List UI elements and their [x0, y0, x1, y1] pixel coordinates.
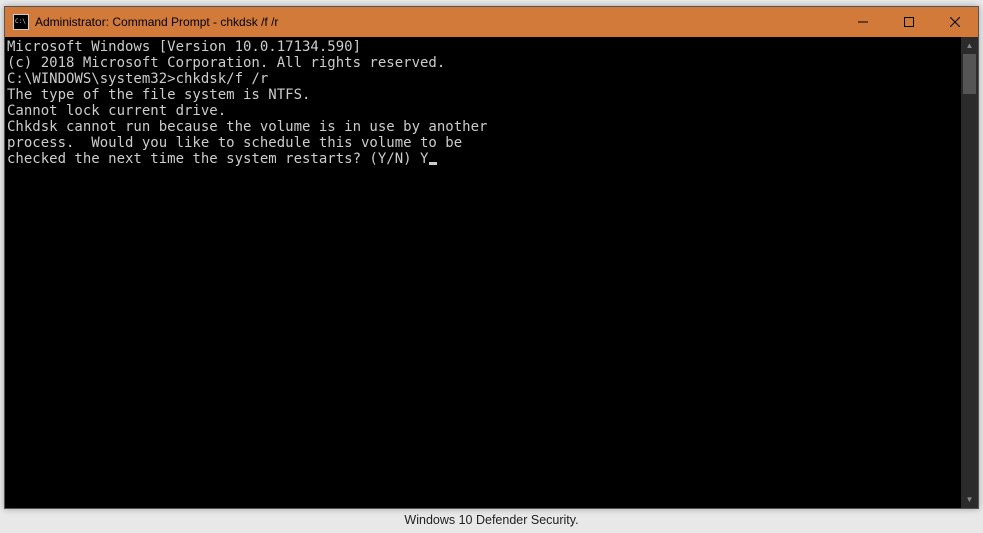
vertical-scrollbar[interactable]: ▲ ▼ — [961, 37, 978, 508]
console-line: process. Would you like to schedule this… — [7, 135, 961, 151]
scroll-thumb[interactable] — [963, 54, 976, 94]
console-line: The type of the file system is NTFS. — [7, 87, 961, 103]
console-area: Microsoft Windows [Version 10.0.17134.59… — [5, 37, 978, 508]
console-output[interactable]: Microsoft Windows [Version 10.0.17134.59… — [5, 37, 961, 508]
cmd-icon: C:\ — [13, 14, 29, 30]
console-line: Cannot lock current drive. — [7, 103, 961, 119]
console-line: C:\WINDOWS\system32>chkdsk/f /r — [7, 71, 961, 87]
scroll-track[interactable] — [961, 54, 978, 491]
scroll-down-arrow[interactable]: ▼ — [961, 491, 978, 508]
background-caption: Windows 10 Defender Security. — [0, 513, 983, 527]
window-title: Administrator: Command Prompt - chkdsk /… — [35, 15, 278, 29]
titlebar[interactable]: C:\ Administrator: Command Prompt - chkd… — [5, 7, 978, 37]
minimize-button[interactable] — [840, 7, 886, 37]
console-line: (c) 2018 Microsoft Corporation. All righ… — [7, 55, 961, 71]
maximize-button[interactable] — [886, 7, 932, 37]
console-line: checked the next time the system restart… — [7, 151, 961, 167]
console-line: Microsoft Windows [Version 10.0.17134.59… — [7, 39, 961, 55]
svg-text:C:\: C:\ — [15, 18, 26, 25]
text-cursor — [429, 162, 437, 165]
close-button[interactable] — [932, 7, 978, 37]
console-line: Chkdsk cannot run because the volume is … — [7, 119, 961, 135]
scroll-up-arrow[interactable]: ▲ — [961, 37, 978, 54]
command-prompt-window: C:\ Administrator: Command Prompt - chkd… — [4, 6, 979, 509]
